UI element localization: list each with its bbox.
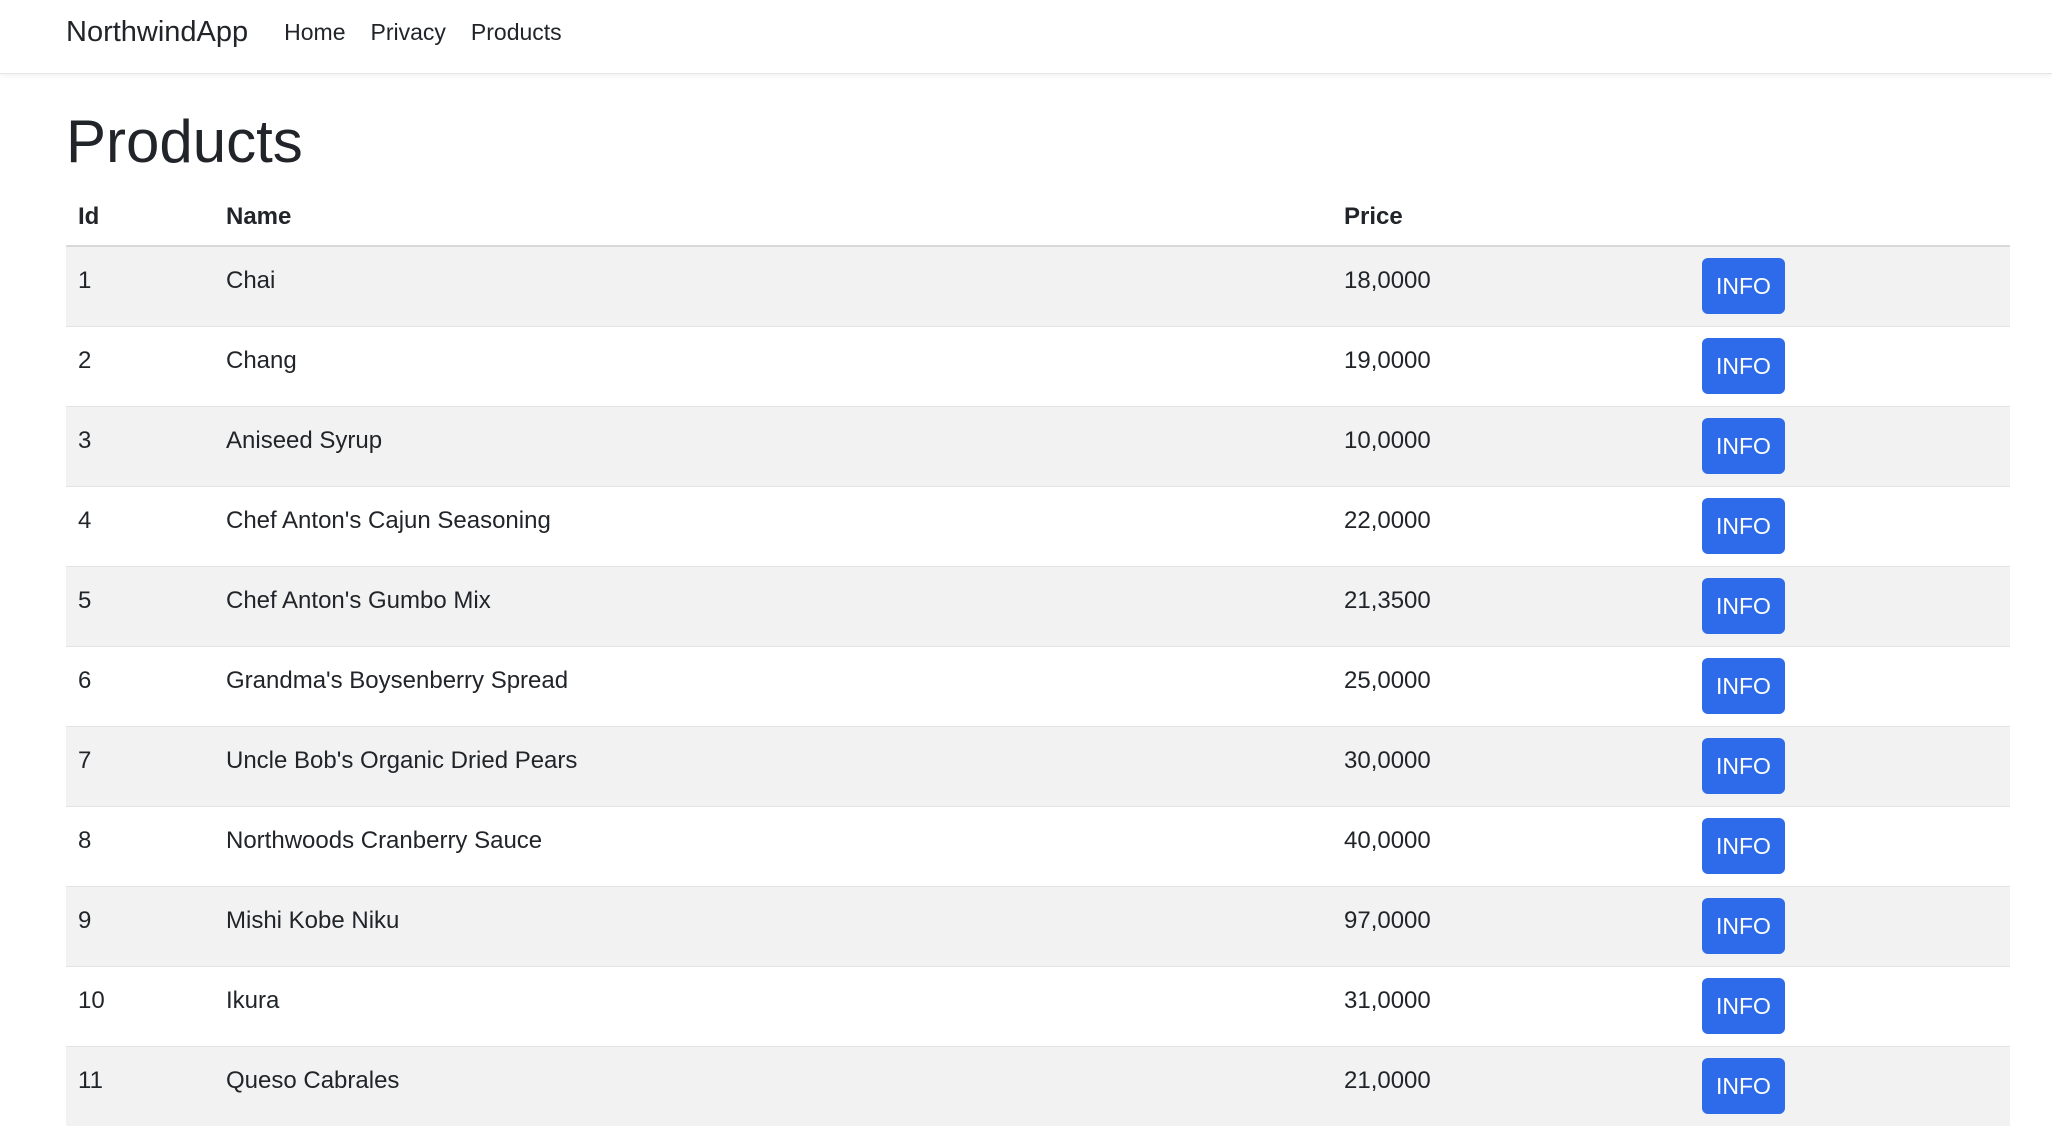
table-row: 10 Ikura 31,0000 INFO xyxy=(66,965,2010,1046)
header-name: Name xyxy=(214,188,1332,247)
cell-id: 10 xyxy=(66,965,214,1046)
cell-id: 2 xyxy=(66,325,214,406)
info-button[interactable]: INFO xyxy=(1702,1057,1785,1114)
cell-id: 3 xyxy=(66,405,214,486)
table-body: 1 Chai 18,0000 INFO 2 Chang 19,0000 INFO 3 Anisee… xyxy=(66,245,2010,1126)
table-row: 3 Aniseed Syrup 10,0000 INFO xyxy=(66,405,2010,486)
cell-action: INFO xyxy=(1690,485,2010,566)
cell-action: INFO xyxy=(1690,725,2010,806)
cell-id: 4 xyxy=(66,485,214,566)
cell-name: Uncle Bob's Organic Dried Pears xyxy=(214,725,1332,806)
cell-id: 11 xyxy=(66,1045,214,1126)
cell-name: Aniseed Syrup xyxy=(214,405,1332,486)
page-title: Products xyxy=(66,108,303,175)
cell-name: Mishi Kobe Niku xyxy=(214,885,1332,966)
cell-action: INFO xyxy=(1690,325,2010,406)
cell-action: INFO xyxy=(1690,645,2010,726)
cell-price: 31,0000 xyxy=(1332,965,1690,1046)
cell-id: 5 xyxy=(66,565,214,646)
cell-price: 30,0000 xyxy=(1332,725,1690,806)
cell-price: 10,0000 xyxy=(1332,405,1690,486)
nav-home[interactable]: Home xyxy=(284,19,345,46)
info-button[interactable]: INFO xyxy=(1702,977,1785,1034)
cell-id: 6 xyxy=(66,645,214,726)
header-id: Id xyxy=(66,188,214,247)
top-navbar: NorthwindApp Home Privacy Products xyxy=(0,0,2052,74)
cell-price: 21,3500 xyxy=(1332,565,1690,646)
cell-action: INFO xyxy=(1690,885,2010,966)
info-button[interactable]: INFO xyxy=(1702,497,1785,554)
cell-price: 19,0000 xyxy=(1332,325,1690,406)
nav-privacy[interactable]: Privacy xyxy=(371,19,446,46)
table-header-row: Id Name Price xyxy=(66,188,2010,247)
cell-name: Chef Anton's Gumbo Mix xyxy=(214,565,1332,646)
info-button[interactable]: INFO xyxy=(1702,737,1785,794)
header-price: Price xyxy=(1332,188,1690,247)
cell-name: Ikura xyxy=(214,965,1332,1046)
cell-action: INFO xyxy=(1690,245,2010,326)
cell-price: 21,0000 xyxy=(1332,1045,1690,1126)
info-button[interactable]: INFO xyxy=(1702,577,1785,634)
cell-action: INFO xyxy=(1690,1045,2010,1126)
table-row: 2 Chang 19,0000 INFO xyxy=(66,325,2010,406)
info-button[interactable]: INFO xyxy=(1702,657,1785,714)
cell-price: 22,0000 xyxy=(1332,485,1690,566)
cell-id: 1 xyxy=(66,245,214,326)
cell-action: INFO xyxy=(1690,965,2010,1046)
cell-name: Queso Cabrales xyxy=(214,1045,1332,1126)
cell-action: INFO xyxy=(1690,805,2010,886)
table-header: Id Name Price xyxy=(66,188,2010,247)
header-action xyxy=(1690,188,2010,247)
cell-name: Grandma's Boysenberry Spread xyxy=(214,645,1332,726)
table-row: 1 Chai 18,0000 INFO xyxy=(66,245,2010,326)
cell-name: Northwoods Cranberry Sauce xyxy=(214,805,1332,886)
cell-price: 40,0000 xyxy=(1332,805,1690,886)
info-button[interactable]: INFO xyxy=(1702,258,1785,314)
info-button[interactable]: INFO xyxy=(1702,897,1785,954)
cell-price: 25,0000 xyxy=(1332,645,1690,726)
cell-action: INFO xyxy=(1690,565,2010,646)
table-row: 9 Mishi Kobe Niku 97,0000 INFO xyxy=(66,885,2010,966)
brand-link[interactable]: NorthwindApp xyxy=(66,16,248,49)
table-row: 5 Chef Anton's Gumbo Mix 21,3500 INFO xyxy=(66,565,2010,646)
table-row: 4 Chef Anton's Cajun Seasoning 22,0000 INFO xyxy=(66,485,2010,566)
cell-id: 8 xyxy=(66,805,214,886)
cell-price: 18,0000 xyxy=(1332,245,1690,326)
nav-products[interactable]: Products xyxy=(471,19,562,46)
cell-name: Chang xyxy=(214,325,1332,406)
cell-name: Chef Anton's Cajun Seasoning xyxy=(214,485,1332,566)
products-table: Id Name Price 1 Chai 18,0000 INFO 2 Chang 19,0… xyxy=(66,188,2010,1126)
info-button[interactable]: INFO xyxy=(1702,417,1785,474)
info-button[interactable]: INFO xyxy=(1702,337,1785,394)
table-row: 8 Northwoods Cranberry Sauce 40,0000 INFO xyxy=(66,805,2010,886)
table-row: 7 Uncle Bob's Organic Dried Pears 30,0000 I… xyxy=(66,725,2010,806)
cell-id: 9 xyxy=(66,885,214,966)
main-content: Products Id Name Price 1 Chai 18,0000 INFO 2… xyxy=(0,102,2052,1126)
table-row: 6 Grandma's Boysenberry Spread 25,0000 INFO xyxy=(66,645,2010,726)
cell-id: 7 xyxy=(66,725,214,806)
info-button[interactable]: INFO xyxy=(1702,817,1785,874)
cell-action: INFO xyxy=(1690,405,2010,486)
cell-name: Chai xyxy=(214,245,1332,326)
cell-price: 97,0000 xyxy=(1332,885,1690,966)
table-row: 11 Queso Cabrales 21,0000 INFO xyxy=(66,1045,2010,1126)
